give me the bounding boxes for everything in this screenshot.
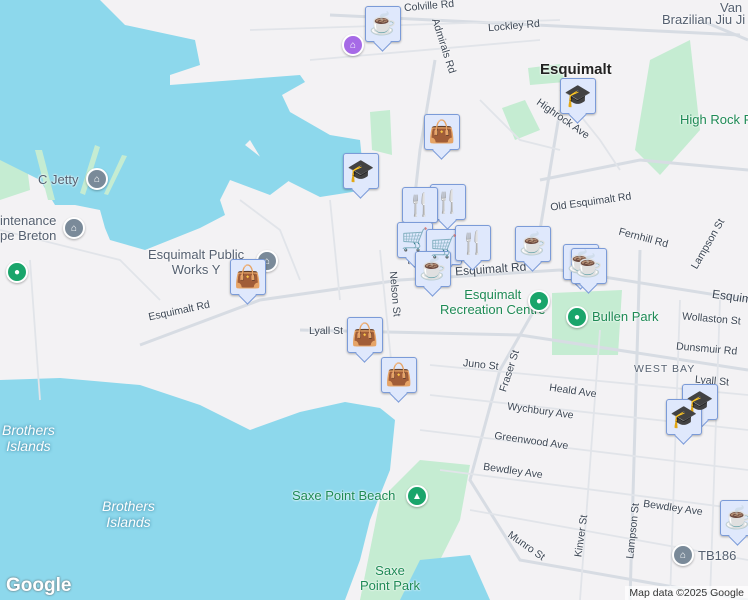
school-marker[interactable]: 🎓 <box>666 399 702 435</box>
cafe-marker[interactable]: ☕ <box>720 500 748 536</box>
map-attribution[interactable]: Map data ©2025 Google <box>625 586 748 600</box>
label-high-rock-park: High Rock Park <box>680 112 748 127</box>
graduation-cap-icon: 🎓 <box>670 404 698 429</box>
shopping-marker[interactable]: 👜 <box>230 259 266 295</box>
cafe-marker[interactable]: ☕ <box>515 226 551 262</box>
label-tb186: TB186 <box>698 548 737 563</box>
landmark-pin-icon[interactable]: ⌂ <box>63 217 85 239</box>
fork-knife-icon: 🍴 <box>434 189 462 214</box>
graduation-cap-icon: 🎓 <box>347 158 375 183</box>
shopping-bag-icon: 👜 <box>351 322 379 347</box>
cafe-marker[interactable]: ☕ <box>415 251 451 287</box>
school-marker[interactable]: 🎓 <box>560 78 596 114</box>
label-west-bay: WEST BAY <box>634 363 696 375</box>
cafe-marker[interactable]: ☕ <box>571 248 607 284</box>
tree-pin-icon[interactable]: ▲ <box>406 485 428 507</box>
label-saxe-point-beach: Saxe Point Beach <box>292 488 396 503</box>
restaurant-marker[interactable]: 🍴 <box>402 187 438 223</box>
label-brothers-islands-1: Brothers Islands <box>2 422 55 454</box>
cafe-icon: ☕ <box>369 11 397 36</box>
restaurant-marker[interactable]: 🍴 <box>430 184 466 220</box>
label-esquimalt: Esquimalt <box>540 61 612 78</box>
label-bjj: Brazilian Jiu Ji <box>662 12 746 27</box>
fork-knife-icon: 🍴 <box>459 230 487 255</box>
shopping-marker[interactable]: 👜 <box>381 357 417 393</box>
school-marker[interactable]: 🎓 <box>343 153 379 189</box>
park-pin-icon[interactable]: ● <box>528 290 550 312</box>
shopping-marker[interactable]: 👜 <box>347 317 383 353</box>
landmark-pin-icon[interactable]: ⌂ <box>672 544 694 566</box>
shopping-marker[interactable]: 👜 <box>424 114 460 150</box>
label-saxe-point-park: Saxe Point Park <box>360 563 420 593</box>
shopping-cart-icon: 🛒 <box>401 227 429 252</box>
label-brothers-islands-2: Brothers Islands <box>102 498 155 530</box>
label-maintenance: intenance pe Breton <box>0 213 57 243</box>
cafe-icon: ☕ <box>519 231 547 256</box>
road-label-lyall-w: Lyall St <box>309 325 344 337</box>
fork-knife-icon: 🍴 <box>406 192 434 217</box>
shopping-bag-icon: 👜 <box>428 119 456 144</box>
label-bullen-park: Bullen Park <box>592 309 659 324</box>
graduation-cap-icon: 🎓 <box>564 83 592 108</box>
label-c-jetty: C Jetty <box>38 172 79 187</box>
cafe-icon: ☕ <box>724 505 748 530</box>
restaurant-marker[interactable]: 🍴 <box>455 225 491 261</box>
shopping-bag-icon: 👜 <box>234 264 262 289</box>
park-pin-icon[interactable]: ● <box>6 261 28 283</box>
cafe-icon: ☕ <box>575 253 603 278</box>
landmark-pin-icon[interactable]: ⌂ <box>86 168 108 190</box>
park-pin-icon[interactable]: ● <box>566 306 588 328</box>
cafe-marker[interactable]: ☕ <box>365 6 401 42</box>
shopping-bag-icon: 👜 <box>385 362 413 387</box>
museum-pin-icon[interactable]: ⌂ <box>342 34 364 56</box>
cafe-icon: ☕ <box>419 256 447 281</box>
google-logo: Google <box>6 575 72 596</box>
grocery-marker[interactable]: 🛒 <box>397 222 433 258</box>
